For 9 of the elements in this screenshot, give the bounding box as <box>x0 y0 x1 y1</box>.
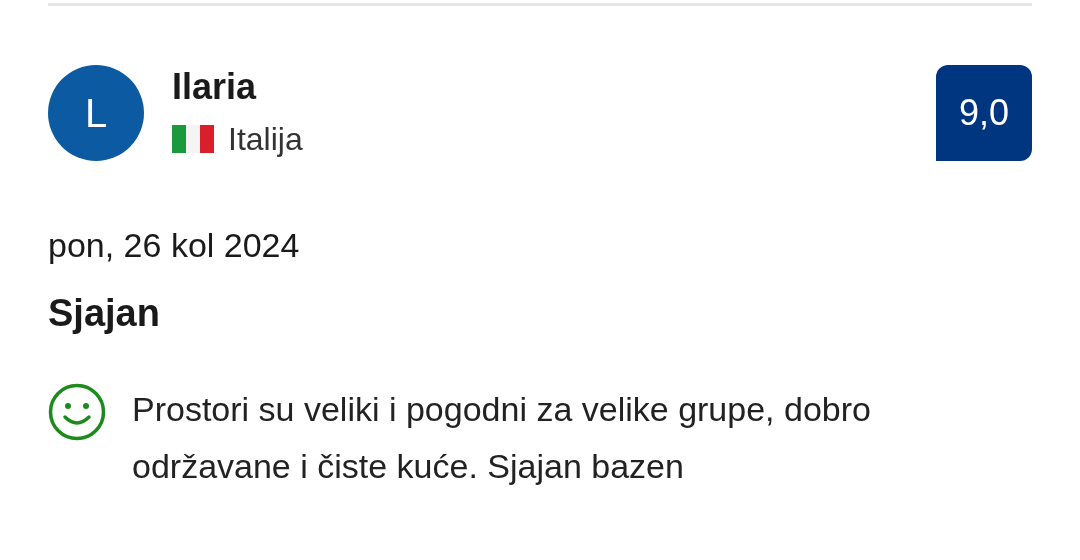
smiley-icon <box>48 383 106 441</box>
flag-icon <box>172 123 214 155</box>
review-title: Sjajan <box>48 291 160 336</box>
score-badge: 9,0 <box>936 65 1032 161</box>
reviewer-country: Italija <box>228 120 303 159</box>
avatar: L <box>48 65 144 161</box>
reviewer-name: Ilaria <box>172 65 258 109</box>
positive-review-text: Prostori su veliki i pogodni za velike grupe, dobro održavane i čiste kuće. Sjajan bazen <box>132 389 872 487</box>
review-date: pon, 26 kol 2024 <box>48 225 300 266</box>
